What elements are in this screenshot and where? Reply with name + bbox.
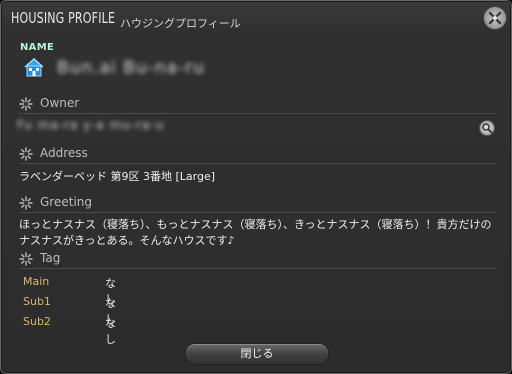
tag-section-header: Tag: [19, 250, 497, 269]
owner-section-header: Owner: [19, 95, 497, 114]
window-title: HOUSING PROFILE: [11, 9, 116, 27]
window-subtitle: ハウジングプロフィール: [120, 17, 241, 30]
owner-value: Fu ma-ra y-a mu-ra-u: [17, 118, 165, 132]
name-label: NAME: [20, 42, 55, 53]
housing-profile-window: HOUSING PROFILE ハウジングプロフィール NAME Bun.ai …: [0, 0, 512, 374]
search-icon[interactable]: [479, 120, 495, 136]
sparkle-icon: [19, 251, 33, 266]
greeting-section-header: Greeting: [19, 194, 497, 213]
greeting-label: Greeting: [40, 195, 92, 209]
address-section-header: Address: [19, 145, 497, 164]
address-value: ラベンダーベッド 第9区 3番地 [Large]: [19, 170, 216, 183]
sparkle-icon: [19, 146, 33, 161]
title-bar[interactable]: HOUSING PROFILE ハウジングプロフィール: [1, 1, 511, 35]
tag-key: Main: [23, 275, 50, 288]
window-close-icon[interactable]: [483, 6, 507, 30]
tag-label: Tag: [40, 251, 61, 265]
tag-key: Sub1: [23, 295, 51, 308]
close-button[interactable]: 閉じる: [185, 343, 329, 365]
address-label: Address: [40, 146, 88, 160]
sparkle-icon: [19, 96, 33, 111]
house-icon: [23, 56, 45, 78]
tag-value: なし: [105, 317, 116, 346]
house-name-value: Bun.ai Bu-na-ru: [57, 58, 205, 78]
greeting-text: ほっとナスナス（寝落ち）、もっとナスナス（寝落ち）、きっとナスナス（寝落ち）！貴…: [19, 218, 492, 247]
owner-label: Owner: [40, 96, 80, 110]
tag-key: Sub2: [23, 315, 51, 328]
sparkle-icon: [19, 195, 33, 210]
